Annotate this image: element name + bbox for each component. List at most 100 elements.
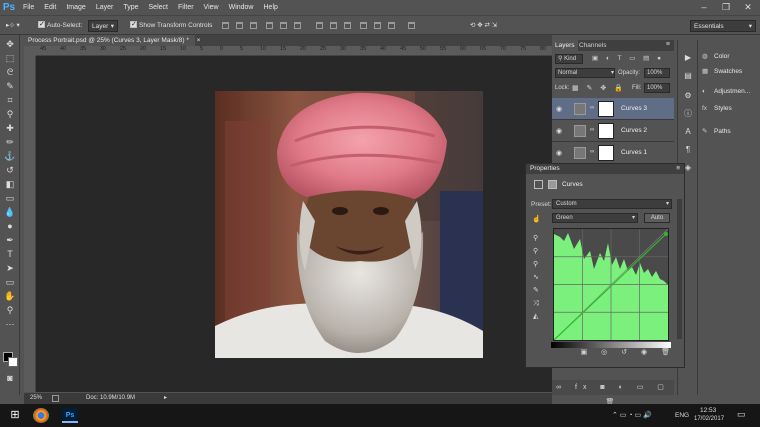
eyedropper-tool-icon[interactable]: ⚲ — [3, 108, 17, 121]
panel-adjustments[interactable]: ◐ Adjustmen... — [702, 88, 750, 95]
distribute-top-icon[interactable] — [316, 22, 323, 29]
align-top-icon[interactable] — [222, 22, 229, 29]
chrome-icon[interactable] — [33, 408, 49, 423]
lock-icons[interactable]: ▦ ✎ ✥ 🔒 — [572, 84, 626, 92]
fill-field[interactable]: 100% — [644, 83, 670, 93]
auto-button[interactable]: Auto — [644, 213, 670, 223]
curves-graph[interactable] — [553, 228, 669, 341]
align-center-icon[interactable] — [280, 22, 287, 29]
link-icon[interactable]: ∞ — [590, 127, 594, 133]
panel-menu-icon[interactable]: ≡ — [666, 41, 670, 48]
menu-help[interactable]: Help — [259, 0, 283, 15]
properties-scrollbar[interactable] — [677, 199, 682, 339]
crop-tool-icon[interactable]: ⌗ — [3, 94, 17, 107]
paragraph-icon[interactable]: ¶ — [682, 144, 694, 156]
character-icon[interactable]: A — [682, 126, 694, 138]
align-left-icon[interactable] — [266, 22, 273, 29]
lasso-tool-icon[interactable]: ᘓ — [3, 66, 17, 79]
black-point-eyedropper-icon[interactable]: ⚲ — [533, 232, 539, 245]
play-icon[interactable]: ▶ — [682, 52, 694, 64]
panel-menu-icon[interactable]: ≡ — [676, 164, 680, 174]
status-menu-arrow-icon[interactable]: ▸ — [164, 393, 167, 404]
align-middle-icon[interactable] — [236, 22, 243, 29]
panel-color[interactable]: ◍ Color — [702, 52, 730, 60]
opacity-field[interactable]: 100% — [644, 68, 670, 78]
path-selection-tool-icon[interactable]: ➤ — [3, 262, 17, 275]
panel-paths[interactable]: ✎ Paths — [702, 127, 731, 135]
draw-curve-pencil-icon[interactable]: ✎ — [533, 284, 539, 297]
visibility-eye-icon[interactable]: ◉ — [556, 105, 562, 113]
menu-image[interactable]: Image — [61, 0, 90, 15]
clock-time[interactable]: 12:53 — [700, 407, 716, 414]
history-icon[interactable]: ▤ — [682, 70, 694, 82]
layer-filter-icons[interactable]: ▣ ◐ T ▭ ▤ ● — [592, 54, 670, 64]
menu-window[interactable]: Window — [224, 0, 259, 15]
photoshop-taskbar-icon[interactable]: Ps — [62, 408, 78, 423]
channel-dropdown[interactable]: Green ▾ — [552, 213, 638, 223]
link-icon[interactable]: ∞ — [590, 105, 594, 111]
panel-styles[interactable]: fx Styles — [702, 105, 732, 112]
align-right-icon[interactable] — [294, 22, 301, 29]
menu-layer[interactable]: Layer — [91, 0, 119, 15]
mask-icon[interactable] — [548, 180, 557, 189]
tab-layers[interactable]: Layers — [552, 40, 578, 51]
tool-presets-icon[interactable]: ⚙ — [682, 90, 694, 102]
distribute-middle-icon[interactable] — [330, 22, 337, 29]
eraser-tool-icon[interactable]: ◧ — [3, 178, 17, 191]
shape-tool-icon[interactable]: ▭ — [3, 276, 17, 289]
tray-icons[interactable]: ⌃ ▭ ◔ ▭ 🔊 — [612, 408, 672, 423]
edit-points-curve-icon[interactable]: ∿ — [533, 271, 539, 284]
gradient-tool-icon[interactable]: ▭ — [3, 192, 17, 205]
filter-kind-dropdown[interactable]: ⚲ Kind — [555, 54, 583, 64]
layer-mask-thumbnail[interactable] — [598, 123, 614, 139]
blur-tool-icon[interactable]: 💧 — [3, 206, 17, 219]
target-adjust-icon[interactable]: ☝ — [532, 215, 541, 223]
properties-footer-icons[interactable]: ▣ ◎ ↺ ◉ 🗑 — [526, 348, 684, 362]
notifications-icon[interactable]: ▭ — [737, 409, 746, 420]
preset-dropdown[interactable]: Custom ▾ — [552, 199, 672, 209]
more-tools-icon[interactable]: ⋯ — [3, 318, 17, 331]
menu-select[interactable]: Select — [144, 0, 173, 15]
calculate-icon[interactable]: ◭ — [533, 310, 539, 323]
minimize-icon[interactable]: – — [693, 0, 715, 15]
info-icon[interactable]: ⓘ — [682, 108, 694, 120]
layer-mask-thumbnail[interactable] — [598, 101, 614, 117]
zoom-level[interactable]: 25% — [30, 393, 42, 404]
tab-channels[interactable]: Channels — [576, 40, 609, 51]
export-icon[interactable] — [52, 395, 59, 402]
show-transform-checkbox[interactable]: Show Transform Controls — [130, 19, 212, 32]
layer-row[interactable]: ◉ ∞ Curves 2 — [552, 120, 674, 142]
clone-stamp-tool-icon[interactable]: ⚓ — [3, 150, 17, 163]
clock-date[interactable]: 17/02/2017 — [694, 416, 724, 422]
auto-select-checkbox[interactable]: Auto-Select: — [38, 19, 82, 32]
menu-type[interactable]: Type — [118, 0, 143, 15]
layer-mask-thumbnail[interactable] — [598, 145, 614, 161]
menu-file[interactable]: File — [18, 0, 39, 15]
quick-select-tool-icon[interactable]: ✎ — [3, 80, 17, 93]
healing-brush-tool-icon[interactable]: ✚ — [3, 122, 17, 135]
menu-edit[interactable]: Edit — [39, 0, 61, 15]
history-brush-tool-icon[interactable]: ↺ — [3, 164, 17, 177]
workspace-dropdown[interactable]: Essentials ▾ — [690, 20, 756, 32]
menu-view[interactable]: View — [199, 0, 224, 15]
close-icon[interactable]: ✕ — [737, 0, 759, 15]
curve-point[interactable] — [664, 232, 668, 236]
auto-align-icon[interactable] — [408, 22, 415, 29]
pen-tool-icon[interactable]: ✒ — [3, 234, 17, 247]
layer-row[interactable]: ◉ ∞ Curves 1 — [552, 142, 674, 164]
3d-mode-icons[interactable]: ⟲ ✥ ⇄ ⇲ — [470, 20, 510, 32]
document-tab[interactable]: Process Portrait.psd @ 25% (Curves 3, La… — [24, 35, 200, 46]
distribute-right-icon[interactable] — [388, 22, 395, 29]
move-tool-preset-icon[interactable]: ▸⊹ ▾ — [6, 20, 28, 32]
maximize-icon[interactable]: ❐ — [715, 0, 737, 15]
menu-filter[interactable]: Filter — [173, 0, 199, 15]
gray-point-eyedropper-icon[interactable]: ⚲ — [533, 245, 539, 258]
zoom-tool-icon[interactable]: ⚲ — [3, 304, 17, 317]
type-tool-icon[interactable]: T — [3, 248, 17, 261]
brush-tool-icon[interactable]: ✏ — [3, 136, 17, 149]
background-color-swatch[interactable] — [8, 357, 18, 367]
link-icon[interactable]: ∞ — [590, 149, 594, 155]
visibility-eye-icon[interactable]: ◉ — [556, 127, 562, 135]
windows-start-icon[interactable]: ⊞ — [8, 408, 22, 423]
auto-select-target-dropdown[interactable]: Layer ▾ — [88, 20, 118, 32]
